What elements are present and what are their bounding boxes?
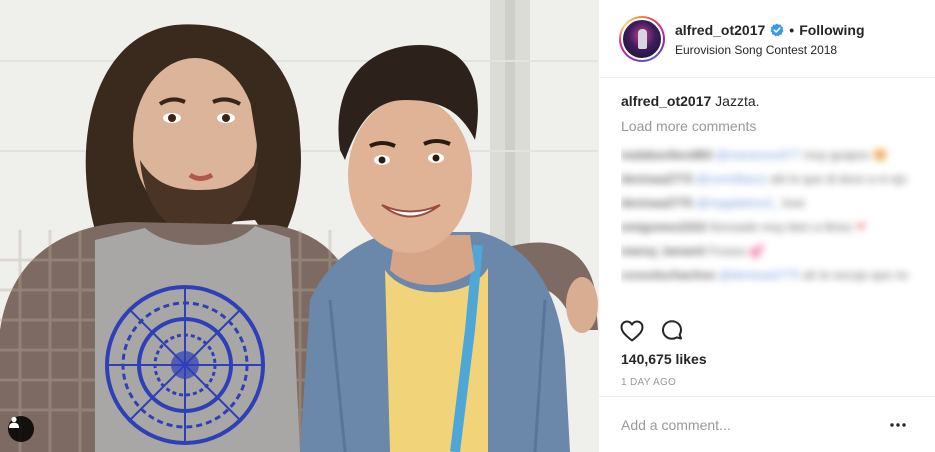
comment-username[interactable]: emigomez2222 (621, 220, 706, 234)
comment-text: Ilorssado muy bien a illvixz (709, 220, 853, 234)
story-ring[interactable] (619, 16, 665, 62)
comment-item: manuj_lamanit Fruuuu 💕 (621, 239, 921, 263)
comment-text: ahi lo que di doce a ni ojo (770, 172, 907, 186)
comment-emoji: 😍 (872, 148, 888, 162)
comment-username[interactable]: manuj_lamanit (621, 244, 705, 258)
photo-illustration (0, 0, 598, 452)
location-link[interactable]: Eurovision Song Contest 2018 (675, 43, 837, 57)
likes-count[interactable]: 140,675 likes (621, 351, 707, 367)
post-timestamp[interactable]: 1 DAY AGO (621, 377, 676, 388)
comment-item: denisaa2775 @mygalahos2_ love (621, 191, 921, 215)
comment-text: muy guapos (803, 148, 870, 162)
caption-text: Jazzta. (715, 93, 760, 109)
action-bar (619, 318, 685, 344)
comment-text: love (782, 196, 805, 210)
heart-icon[interactable] (619, 318, 645, 344)
comment-mention[interactable]: @cormillazzz (696, 172, 768, 186)
separator-dot: • (789, 22, 795, 38)
comment-bubble-icon[interactable] (659, 318, 685, 344)
username-line: alfred_ot2017 • Following (675, 22, 865, 38)
user-tag-icon[interactable] (8, 416, 34, 442)
more-options-icon[interactable] (888, 417, 908, 433)
avatar[interactable] (621, 18, 663, 60)
comment-item: emigomez2222 Ilorssado muy bien a illvix… (621, 215, 921, 239)
post-photo[interactable] (0, 0, 598, 452)
verified-badge-icon (770, 23, 784, 37)
comment-text: ah te escujo que no (803, 268, 909, 282)
caption: alfred_ot2017 Jazzta. (621, 93, 760, 109)
comment-input[interactable] (621, 414, 881, 436)
comment-text: Fruuuu (708, 244, 747, 258)
comment-item: cossoluchachoo @denisaa2775 ah te escujo… (621, 263, 921, 287)
comment-emoji: ❤ (855, 220, 866, 234)
comments-list: malakavibes883 @maranoxx077 muy guapos 😍… (621, 143, 921, 303)
comment-item: denisaa2773 @cormillazzz ahi lo que di d… (621, 167, 921, 191)
username-link[interactable]: alfred_ot2017 (675, 22, 765, 38)
comment-username[interactable]: denisaa2773 (621, 172, 692, 186)
following-button[interactable]: Following (799, 22, 864, 38)
load-more-comments-button[interactable]: Load more comments (621, 118, 756, 134)
comment-username[interactable]: cossoluchachoo (621, 268, 716, 282)
post-details-panel: alfred_ot2017 • Following Eurovision Son… (598, 0, 935, 452)
post-header: alfred_ot2017 • Following Eurovision Son… (599, 0, 935, 78)
caption-username[interactable]: alfred_ot2017 (621, 93, 711, 109)
comment-mention[interactable]: @denisaa2775 (719, 268, 800, 282)
comment-username[interactable]: malakavibes883 (621, 148, 712, 162)
comment-mention[interactable]: @maranoxx077 (716, 148, 801, 162)
comment-username[interactable]: denisaa2775 (621, 196, 692, 210)
comment-item: malakavibes883 @maranoxx077 muy guapos 😍 (621, 143, 921, 167)
add-comment-bar (599, 396, 935, 452)
comment-emoji: 💕 (749, 244, 765, 258)
comment-mention[interactable]: @mygalahos2_ (696, 196, 780, 210)
